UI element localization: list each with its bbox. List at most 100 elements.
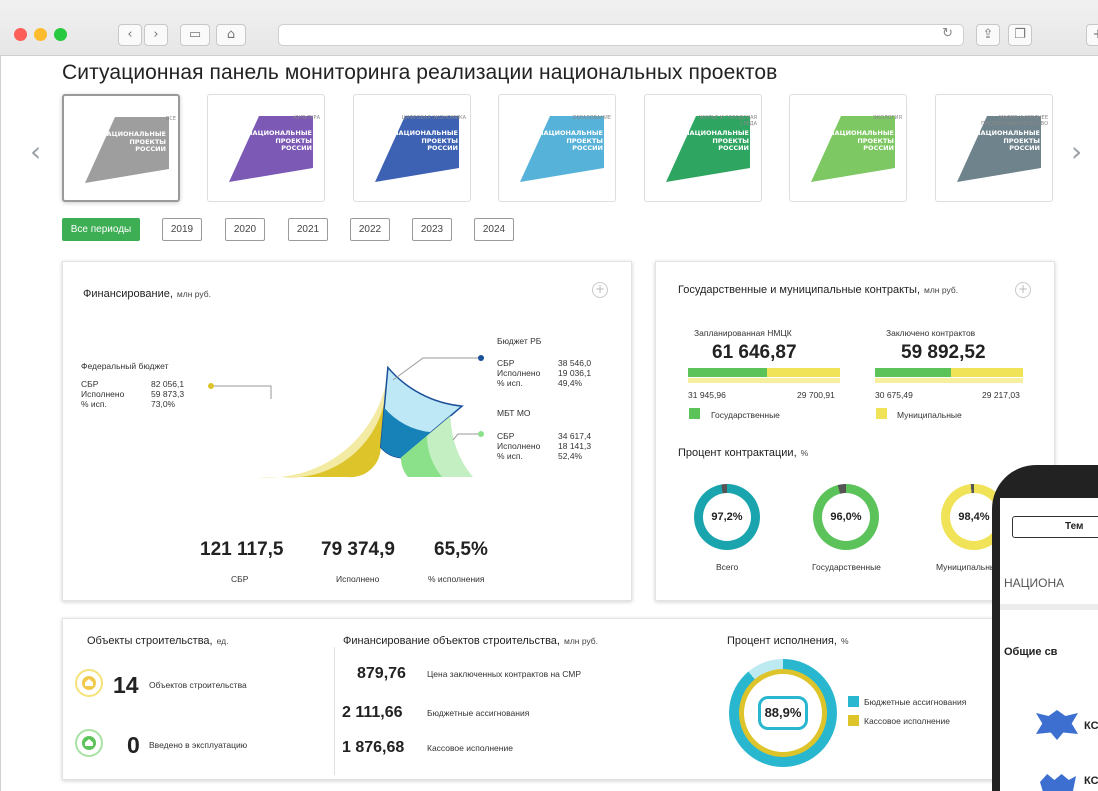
contract-total-label: Всего xyxy=(716,562,739,572)
total-sbr-value: 121 117,5 xyxy=(200,539,284,560)
legend-mun-swatch xyxy=(876,408,887,419)
project-logo-text: НАЦИОНАЛЬНЫЕ ПРОЕКТЫ РОССИИ xyxy=(829,129,894,152)
section-divider xyxy=(334,647,335,775)
contract-total-value: 97,2% xyxy=(703,493,751,541)
house-check-icon xyxy=(75,729,103,757)
total-percent-value: 65,5% xyxy=(434,539,488,560)
rb-leader-line-dot xyxy=(478,355,484,361)
project-logo-text: НАЦИОНАЛЬНЫЕ ПРОЕКТЫ РОССИИ xyxy=(975,129,1040,152)
project-tag: образование xyxy=(572,115,611,121)
reload-icon[interactable]: ↻ xyxy=(942,26,953,41)
planned-bar xyxy=(688,368,840,377)
construction-card: Объекты строительства, ед. 14 Объектов ст… xyxy=(62,618,1055,780)
rb-k1: СБР xyxy=(497,358,515,368)
contract-total-donut: 97,2% xyxy=(694,484,760,550)
total-executed-label: Исполнено xyxy=(336,574,380,584)
federal-v2: 59 873,3 xyxy=(151,389,185,399)
contracts-title: Государственные и муниципальные контракт… xyxy=(678,284,959,296)
period-2019-button[interactable]: 2019 xyxy=(162,218,202,241)
rb-v3: 49,4% xyxy=(558,378,583,388)
planned-gov-value: 31 945,96 xyxy=(688,390,726,400)
concluded-mun-value: 29 217,03 xyxy=(982,390,1020,400)
contract-gov-value: 96,0% xyxy=(822,493,870,541)
mbt-v1: 34 617,4 xyxy=(558,431,592,441)
planned-bar-underline xyxy=(688,378,840,383)
mbt-leader-line xyxy=(452,433,481,441)
federal-k3: % исп. xyxy=(81,399,107,409)
concluded-gov-value: 30 675,49 xyxy=(875,390,913,400)
federal-leader-line xyxy=(211,385,272,399)
objects-fin-title: Финансирование объектов строительства, мл… xyxy=(343,635,599,647)
execution-donut-inner: 88,9% xyxy=(739,669,827,757)
federal-v1: 82 056,1 xyxy=(151,379,185,389)
project-tile-5[interactable]: экология НАЦИОНАЛЬНЫЕ ПРОЕКТЫ РОССИИ xyxy=(789,94,907,202)
legend-cash-label: Кассовое исполнение xyxy=(864,716,950,726)
period-2022-button[interactable]: 2022 xyxy=(350,218,390,241)
planned-value: 61 646,87 xyxy=(712,342,797,363)
period-2023-button[interactable]: 2023 xyxy=(412,218,452,241)
legend-cash-swatch xyxy=(848,715,859,726)
project-tile-0[interactable]: все НАЦИОНАЛЬНЫЕ ПРОЕКТЫ РОССИИ xyxy=(62,94,180,202)
objects-fin-row1-label: Цена заключенных контрактов на СМР xyxy=(427,669,582,679)
tabs-button[interactable]: ❐ xyxy=(1008,24,1032,46)
objects-commissioned-value: 0 xyxy=(127,732,140,758)
execution-donut: 88,9% xyxy=(729,659,837,767)
period-all-button[interactable]: Все периоды xyxy=(62,218,140,241)
new-tab-button[interactable]: + xyxy=(1086,24,1098,46)
period-2024-button[interactable]: 2024 xyxy=(474,218,514,241)
project-tag: экология xyxy=(873,115,902,121)
legend-budget-label: Бюджетные ассигнования xyxy=(864,697,967,707)
chevron-left-icon[interactable]: ‹ xyxy=(30,135,41,168)
project-logo-text: НАЦИОНАЛЬНЫЕ ПРОЕКТЫ РОССИИ xyxy=(393,129,458,152)
project-tag: жилье и городская среда xyxy=(698,115,757,127)
total-sbr-label: СБР xyxy=(231,574,249,584)
rb-k3: % исп. xyxy=(497,378,523,388)
total-executed-value: 79 374,9 xyxy=(321,539,395,560)
mbt-k1: СБР xyxy=(497,431,515,441)
execution-value: 88,9% xyxy=(758,696,808,730)
concluded-value: 59 892,52 xyxy=(901,342,986,363)
objects-commissioned-label: Введено в эксплуатацию xyxy=(149,740,248,750)
browser-back-button[interactable]: ‹ xyxy=(118,24,142,46)
period-2021-button[interactable]: 2021 xyxy=(288,218,328,241)
close-window-button[interactable] xyxy=(14,28,27,41)
chevron-right-icon[interactable]: › xyxy=(1071,135,1082,168)
minimize-window-button[interactable] xyxy=(34,28,47,41)
project-tile-1[interactable]: культура НАЦИОНАЛЬНЫЕ ПРОЕКТЫ РОССИИ xyxy=(207,94,325,202)
browser-forward-button[interactable]: › xyxy=(144,24,168,46)
project-tile-2[interactable]: цифровая экономика НАЦИОНАЛЬНЫЕ ПРОЕКТЫ РОС… xyxy=(353,94,471,202)
rb-v2: 19 036,1 xyxy=(558,368,592,378)
legend-gov-label: Государственные xyxy=(711,410,780,420)
house-icon xyxy=(75,669,103,697)
planned-label: Запланированная НМЦК xyxy=(694,328,792,338)
planned-mun-value: 29 700,91 xyxy=(797,390,835,400)
phone-section-title: Общие св xyxy=(1004,646,1058,658)
period-2020-button[interactable]: 2020 xyxy=(225,218,265,241)
objects-fin-row1-value: 879,76 xyxy=(357,665,406,682)
phone-row1: КС xyxy=(1084,720,1098,732)
contract-mun-value: 98,4% xyxy=(950,493,998,541)
project-logo-text: НАЦИОНАЛЬНЫЕ ПРОЕКТЫ РОССИИ xyxy=(684,129,749,152)
contracting-percent-title: Процент контрактации,% xyxy=(678,447,809,459)
mbt-k2: Исполнено xyxy=(497,441,541,451)
sidebar-toggle-button[interactable]: ▭ xyxy=(180,24,210,46)
maximize-window-button[interactable] xyxy=(54,28,67,41)
project-tile-6[interactable]: малое и среднее предпринимательство НАЦИО… xyxy=(935,94,1053,202)
share-button[interactable]: ⇪ xyxy=(976,24,1000,46)
phone-tab-button[interactable]: Тем xyxy=(1012,516,1098,538)
project-tag: культура xyxy=(293,115,320,121)
phone-row2: КС xyxy=(1084,775,1098,787)
project-logo-text: НАЦИОНАЛЬНЫЕ ПРОЕКТЫ РОССИИ xyxy=(247,129,312,152)
objects-count-value: 14 xyxy=(113,672,139,698)
project-tile-4[interactable]: жилье и городская среда НАЦИОНАЛЬНЫЕ ПРОЕК… xyxy=(644,94,762,202)
mbt-k3: % исп. xyxy=(497,451,523,461)
contracts-add-button[interactable]: + xyxy=(1015,282,1031,298)
financing-card: Финансирование, млн руб. + Федеральный бю… xyxy=(62,261,632,601)
objects-title: Объекты строительства, ед. xyxy=(87,635,229,647)
phone-screen: Тем НАЦИОНА Общие св КС КС xyxy=(1000,498,1098,791)
rb-k2: Исполнено xyxy=(497,368,541,378)
address-bar[interactable]: ↻ xyxy=(278,24,964,46)
page-title: Ситуационная панель мониторинга реализац… xyxy=(62,61,778,84)
project-tile-3[interactable]: образование НАЦИОНАЛЬНЫЕ ПРОЕКТЫ РОССИИ xyxy=(498,94,616,202)
home-button[interactable]: ⌂ xyxy=(216,24,246,46)
